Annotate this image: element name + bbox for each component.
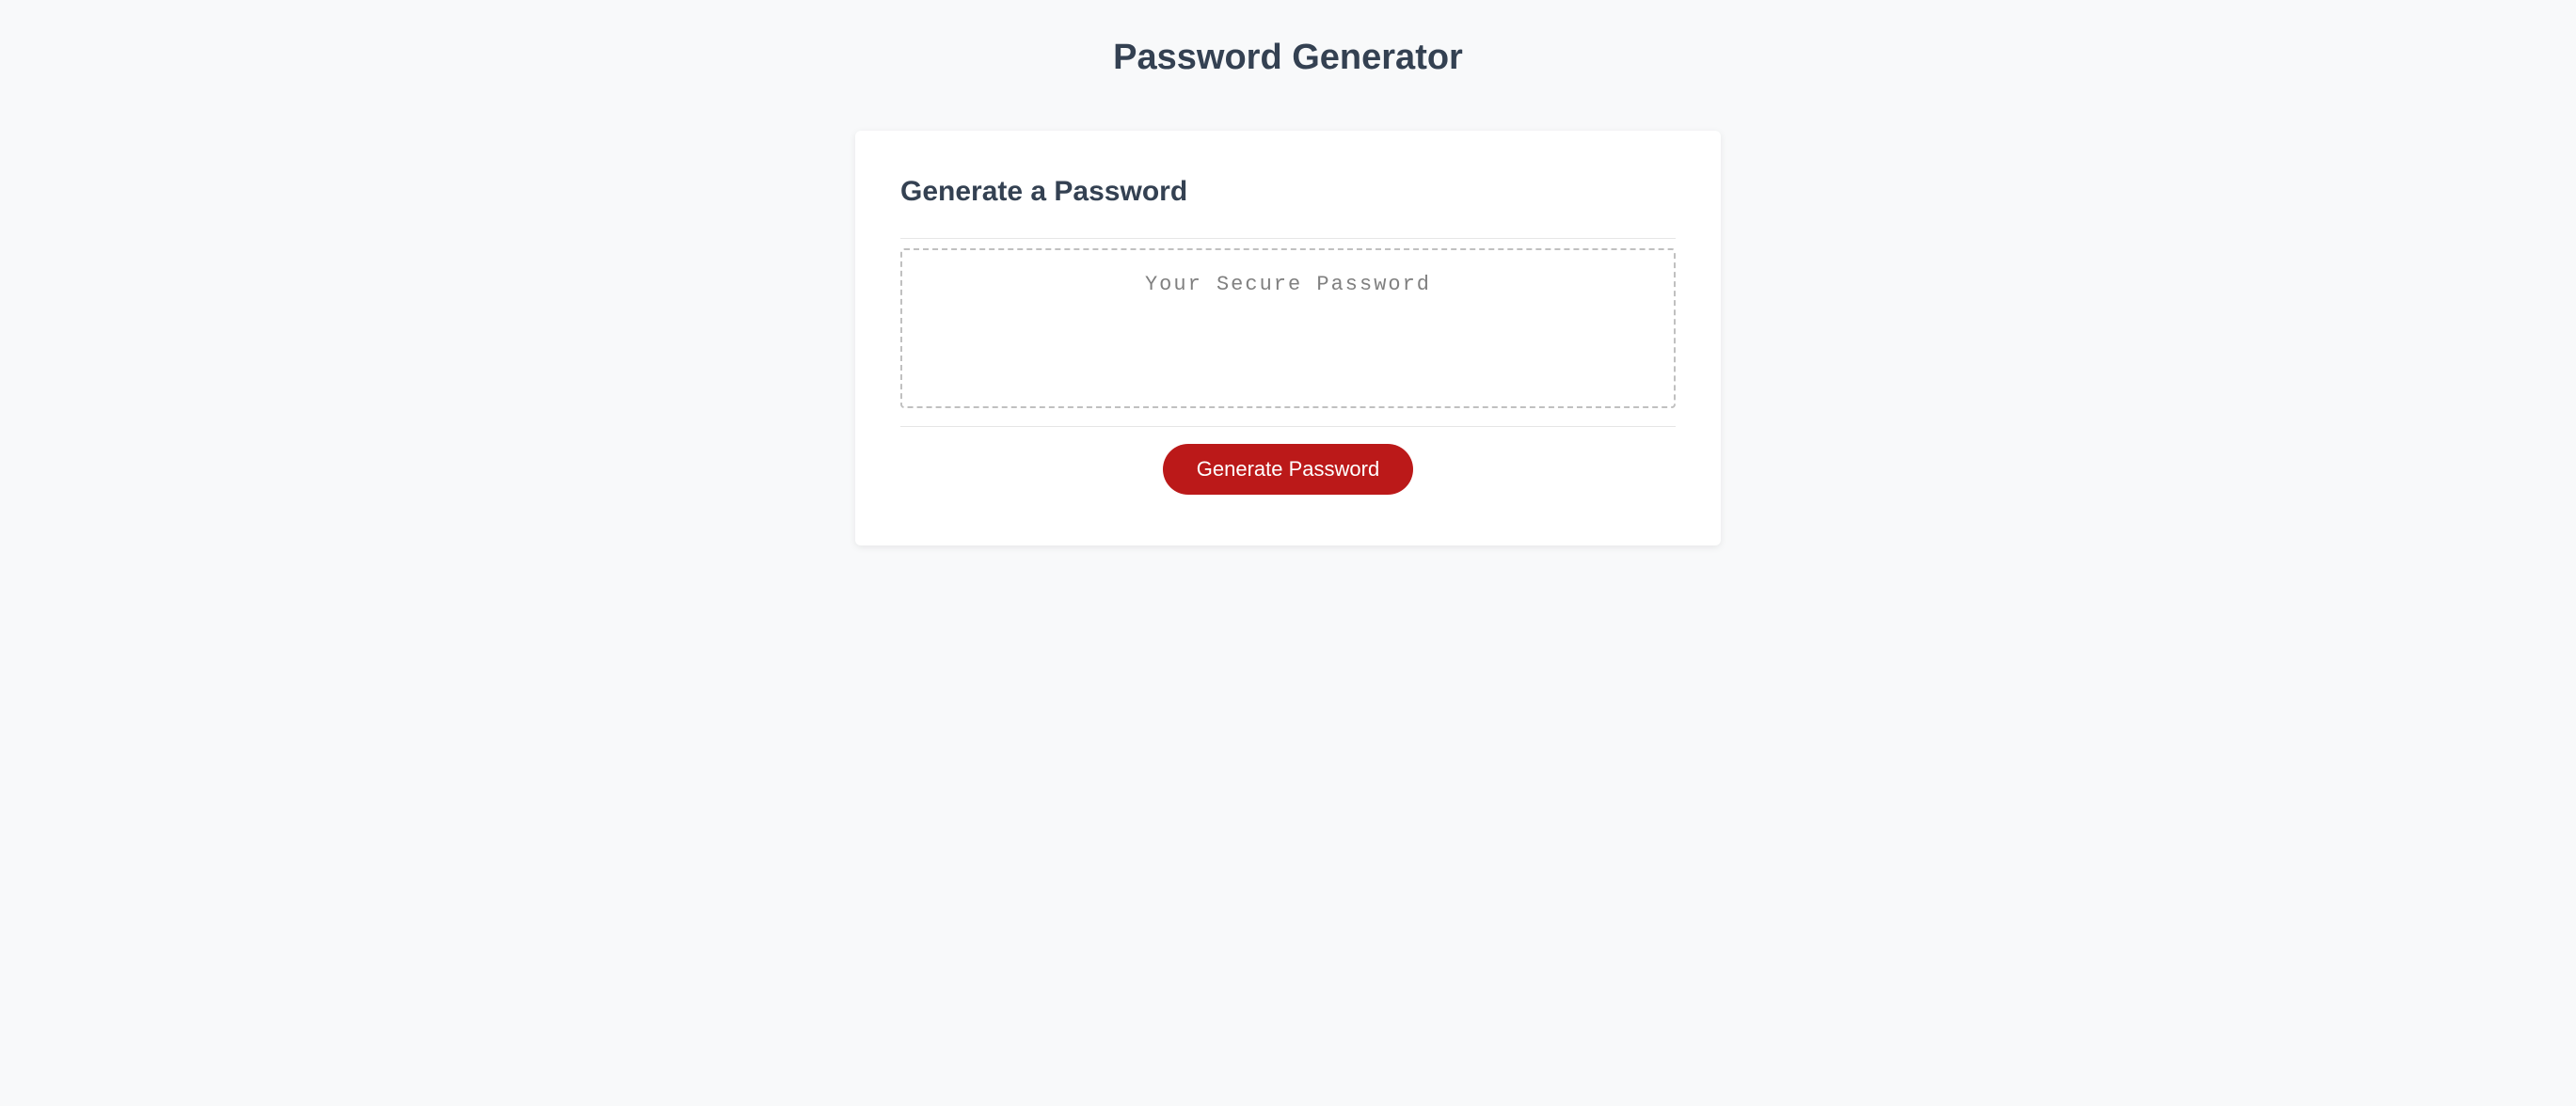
- card-footer: Generate Password: [900, 444, 1676, 495]
- generate-password-button[interactable]: Generate Password: [1163, 444, 1413, 495]
- card-body: [900, 248, 1676, 427]
- card-header: Generate a Password: [900, 176, 1676, 239]
- password-output[interactable]: [900, 248, 1676, 408]
- card-title: Generate a Password: [900, 176, 1676, 208]
- page-title: Password Generator: [855, 38, 1721, 78]
- password-card: Generate a Password Generate Password: [855, 131, 1721, 545]
